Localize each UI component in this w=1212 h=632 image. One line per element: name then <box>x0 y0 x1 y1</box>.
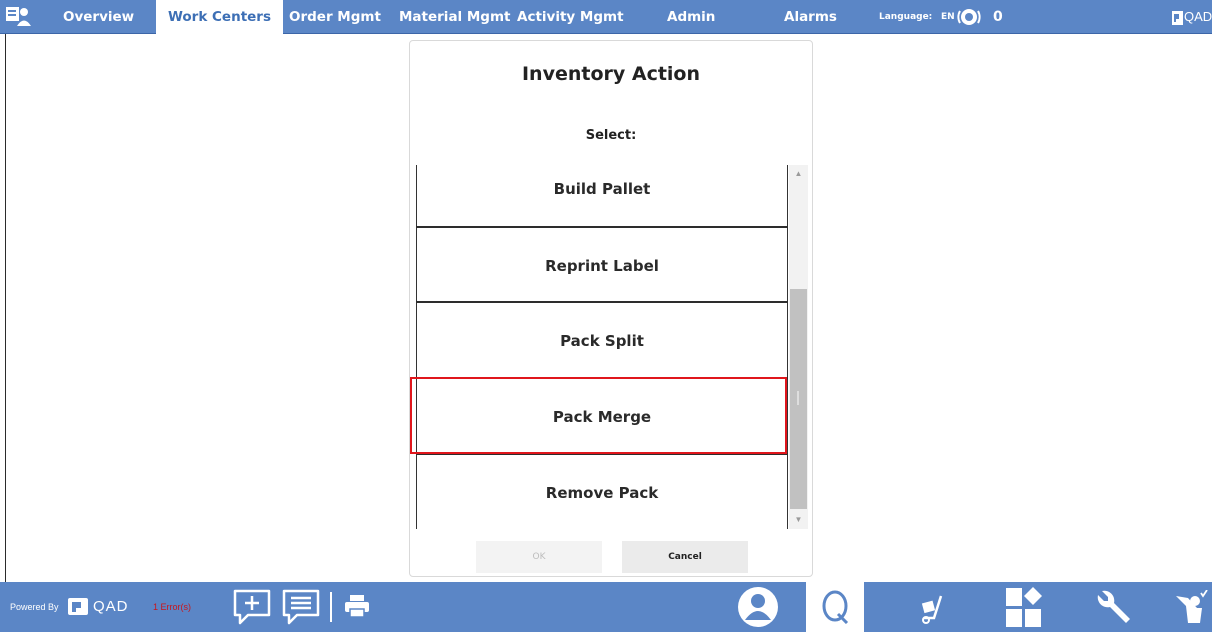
bottom-toolbar: Powered By QAD 1 Error(s) <box>0 582 1212 632</box>
top-nav: Overview Work Centers Order Mgmt Materia… <box>0 0 1212 34</box>
scroll-up-arrow-icon[interactable]: ▲ <box>789 167 808 181</box>
tab-work-centers[interactable]: Work Centers <box>156 0 283 34</box>
list-item-label: Reprint Label <box>545 257 659 275</box>
brand-label: QAD <box>1184 9 1212 24</box>
tab-admin[interactable]: Admin <box>667 0 715 34</box>
comments-icon[interactable] <box>281 588 321 626</box>
cancel-button[interactable]: Cancel <box>622 541 748 573</box>
action-list[interactable]: Build Pallet Reprint Label Pack Split Pa… <box>416 165 808 529</box>
error-count-link[interactable]: 1 Error(s) <box>153 582 191 632</box>
operator-icon[interactable] <box>737 586 779 628</box>
tab-order-mgmt[interactable]: Order Mgmt <box>289 0 381 34</box>
toolbar-divider <box>330 592 332 622</box>
tab-activity-mgmt[interactable]: Activity Mgmt <box>517 0 624 34</box>
done-icon[interactable] <box>1174 590 1208 626</box>
hand-truck-icon[interactable] <box>920 594 946 624</box>
quality-icon[interactable] <box>820 590 850 624</box>
dialog-subtitle: Select: <box>585 128 637 143</box>
alarm-count: 0 <box>993 9 1003 25</box>
list-item-label: Pack Merge <box>552 408 652 426</box>
wrench-icon[interactable] <box>1094 587 1134 627</box>
list-item-reprint-label[interactable]: Reprint Label <box>416 228 788 304</box>
tab-alarms[interactable]: Alarms <box>784 0 837 34</box>
print-icon[interactable] <box>344 594 370 618</box>
scrollbar-grip <box>797 391 799 405</box>
language-selector[interactable]: EN <box>941 0 955 34</box>
layout-icon[interactable] <box>1005 586 1043 628</box>
list-item-remove-pack[interactable]: Remove Pack <box>416 455 788 529</box>
footer-brand: QAD <box>93 598 129 615</box>
frame-divider <box>5 34 6 582</box>
list-item-build-pallet[interactable]: Build Pallet <box>416 165 788 227</box>
list-item-pack-split[interactable]: Pack Split <box>416 303 788 379</box>
list-item-label: Remove Pack <box>545 484 659 502</box>
dialog-title: Inventory Action <box>521 63 701 85</box>
user-card-icon[interactable] <box>5 5 31 27</box>
tab-material-mgmt[interactable]: Material Mgmt <box>399 0 511 34</box>
scroll-down-arrow-icon[interactable]: ▼ <box>789 513 808 527</box>
tab-overview[interactable]: Overview <box>63 0 134 34</box>
inventory-action-dialog: Inventory Action Select: Build Pallet Re… <box>409 40 813 577</box>
alarm-icon[interactable] <box>956 5 982 29</box>
list-item-label: Pack Split <box>560 332 644 350</box>
qad-logo-icon <box>1172 11 1183 25</box>
powered-by-label: Powered By <box>10 602 59 612</box>
qad-logo-icon <box>68 598 88 615</box>
ok-button[interactable]: OK <box>476 541 602 573</box>
language-label: Language: <box>879 12 933 22</box>
list-item-pack-merge[interactable]: Pack Merge <box>416 379 788 455</box>
list-item-label: Build Pallet <box>553 180 651 198</box>
add-comment-icon[interactable] <box>232 588 272 626</box>
